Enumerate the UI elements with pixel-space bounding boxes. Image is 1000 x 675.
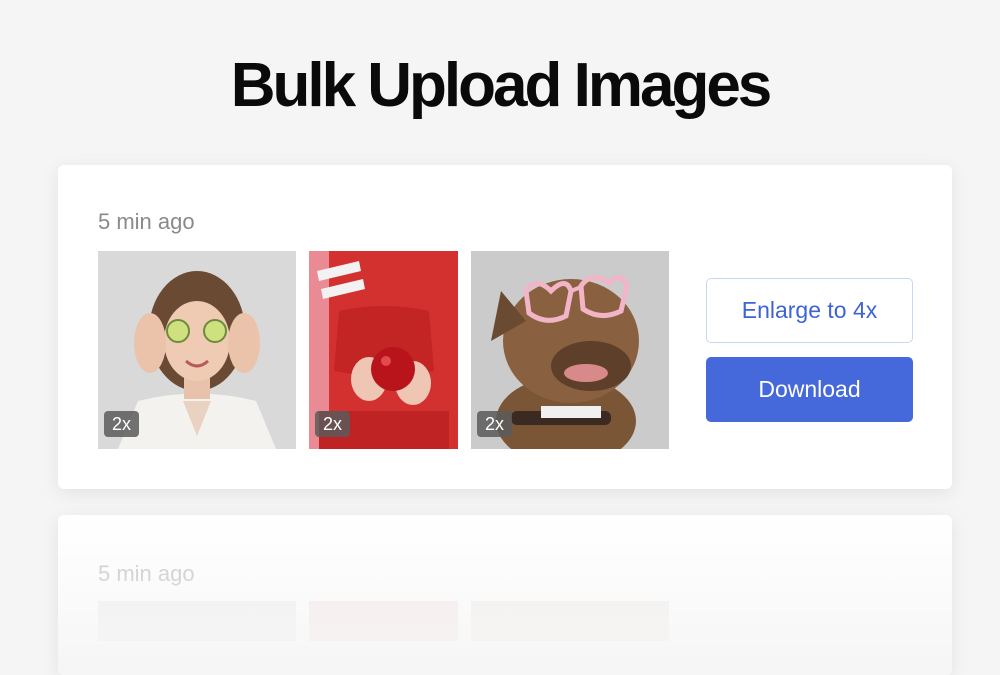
scale-badge: 2x [104,411,140,437]
download-button[interactable]: Download [706,357,913,422]
batch-timestamp: 5 min ago [98,209,195,234]
image-thumbnail-woman[interactable]: 2x [98,251,296,449]
image-thumbnail-faded [98,601,296,641]
scale-badge: 2x [315,411,351,437]
image-thumbnail-faded [309,601,458,641]
image-thumbnail-dog[interactable]: 2x [471,251,669,449]
page-title: Bulk Upload Images [230,51,773,120]
image-thumbnail-faded [471,601,669,641]
upload-batch-card: 5 min ago 2x 2x 2x Enlarge to 4x Downloa… [58,165,952,489]
batch-timestamp: 5 min ago [98,561,195,586]
fade-overlay [58,515,952,675]
upload-batch-card-faded: 5 min ago [58,515,952,675]
scale-badge: 2x [477,411,513,437]
image-thumbnail-apple[interactable]: 2x [309,251,458,449]
enlarge-to-4x-button[interactable]: Enlarge to 4x [706,278,913,343]
